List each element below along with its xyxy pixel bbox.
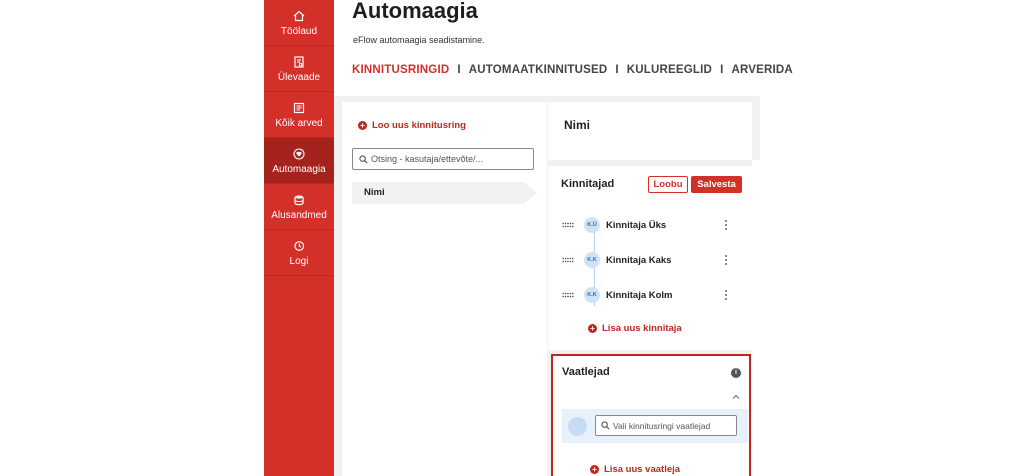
add-observer-link[interactable]: + Lisa uus vaatleja xyxy=(590,464,680,475)
plus-circle-icon: + xyxy=(590,465,599,474)
observer-search-placeholder: Vali kinnitusringi vaatlejad xyxy=(613,420,711,431)
observer-search-input[interactable]: Vali kinnitusringi vaatlejad xyxy=(595,415,737,436)
page-subtitle: eFlow automaagia seadistamine. xyxy=(353,35,485,45)
heart-circle-icon xyxy=(292,147,306,161)
observers-title: Vaatlejad xyxy=(562,366,610,378)
search-icon xyxy=(359,154,368,164)
info-icon[interactable]: i xyxy=(731,368,741,378)
sidebar-item-label: Ülevaade xyxy=(277,71,321,83)
sidebar-item-label: Logi xyxy=(289,255,309,267)
sidebar-item-label: Alusandmed xyxy=(271,209,327,221)
report-icon xyxy=(292,55,306,69)
list-item[interactable]: Nimi xyxy=(352,182,537,204)
sidebar-item-automaagia[interactable]: Automaagia xyxy=(264,138,334,184)
history-icon xyxy=(292,239,306,253)
approver-row: K.K Kinnitaja Kolm xyxy=(562,286,742,304)
approver-name: Kinnitaja Üks xyxy=(606,219,667,231)
main-area: Automaagia eFlow automaagia seadistamine… xyxy=(334,0,793,476)
tab-separator: I xyxy=(720,64,724,76)
sidebar: Töölaud Ülevaade Kõik arved Automaagia A… xyxy=(264,0,334,476)
drag-handle-icon[interactable] xyxy=(562,292,574,298)
sidebar-item-label: Töölaud xyxy=(280,25,318,37)
tab-arverida[interactable]: ARVERIDA xyxy=(731,64,792,76)
sidebar-item-label: Kõik arved xyxy=(275,117,323,129)
sidebar-item-logi[interactable]: Logi xyxy=(264,230,334,276)
add-approver-link[interactable]: + Lisa uus kinnitaja xyxy=(588,323,682,334)
avatar: K.Ü xyxy=(584,217,600,233)
database-icon xyxy=(292,193,306,207)
right-edge-panel xyxy=(752,160,760,476)
sidebar-item-koik-arved[interactable]: Kõik arved xyxy=(264,92,334,138)
sidebar-item-ulevaade[interactable]: Ülevaade xyxy=(264,46,334,92)
tab-automaatkinnitused[interactable]: AUTOMAATKINNITUSED xyxy=(469,64,608,76)
approvers-title: Kinnitajad xyxy=(561,178,615,190)
avatar: K.K xyxy=(584,287,600,303)
list-search-input[interactable]: Otsing - kasutaja/ettevõte/... xyxy=(352,148,534,170)
chevron-up-icon[interactable] xyxy=(731,392,741,402)
sidebar-item-alusandmed[interactable]: Alusandmed xyxy=(264,184,334,230)
sidebar-item-label: Automaagia xyxy=(272,163,326,175)
drag-handle-icon[interactable] xyxy=(562,257,574,263)
home-icon xyxy=(292,9,306,23)
approvers-panel: Kinnitajad Loobu Salvesta K.Ü Kinnitaja … xyxy=(548,166,752,350)
round-name-title: Nimi xyxy=(564,118,591,132)
create-round-link[interactable]: + Loo uus kinnitusring xyxy=(358,120,466,131)
sidebar-item-toolaud[interactable]: Töölaud xyxy=(264,0,334,46)
page-header: Automaagia eFlow automaagia seadistamine… xyxy=(334,0,793,96)
add-approver-label: Lisa uus kinnitaja xyxy=(602,323,682,334)
observer-select-row: Vali kinnitusringi vaatlejad xyxy=(562,409,748,443)
approver-row: K.K Kinnitaja Kaks xyxy=(562,251,742,269)
tab-kulureeglid[interactable]: KULUREEGLID xyxy=(627,64,712,76)
round-name-panel: Nimi xyxy=(548,102,752,160)
add-observer-label: Lisa uus vaatleja xyxy=(604,464,681,475)
list-search-placeholder: Otsing - kasutaja/ettevõte/... xyxy=(371,154,484,164)
approval-round-list: + Loo uus kinnitusring Otsing - kasutaja… xyxy=(342,102,547,476)
avatar xyxy=(568,417,587,436)
more-options-icon[interactable] xyxy=(725,255,728,265)
plus-circle-icon: + xyxy=(358,121,367,130)
more-options-icon[interactable] xyxy=(725,220,728,230)
page-title: Automaagia xyxy=(352,0,478,23)
search-icon xyxy=(601,421,610,430)
drag-handle-icon[interactable] xyxy=(562,222,574,228)
approver-name: Kinnitaja Kaks xyxy=(606,254,672,266)
approver-row: K.Ü Kinnitaja Üks xyxy=(562,216,742,234)
observers-panel: Vaatlejad i Vali kinnitusringi vaatlejad… xyxy=(551,354,751,476)
documents-icon xyxy=(292,101,306,115)
save-button[interactable]: Salvesta xyxy=(691,176,742,193)
create-round-label: Loo uus kinnitusring xyxy=(372,120,466,131)
tab-separator: I xyxy=(615,64,619,76)
cancel-button[interactable]: Loobu xyxy=(648,176,688,193)
plus-circle-icon: + xyxy=(588,324,597,333)
tab-bar: KINNITUSRINGID I AUTOMAATKINNITUSED I KULURE… xyxy=(352,64,793,76)
approver-name: Kinnitaja Kolm xyxy=(606,289,673,301)
tab-separator: I xyxy=(457,64,461,76)
tab-kinnitusringid[interactable]: KINNITUSRINGID xyxy=(352,64,449,76)
avatar: K.K xyxy=(584,252,600,268)
more-options-icon[interactable] xyxy=(725,290,728,300)
